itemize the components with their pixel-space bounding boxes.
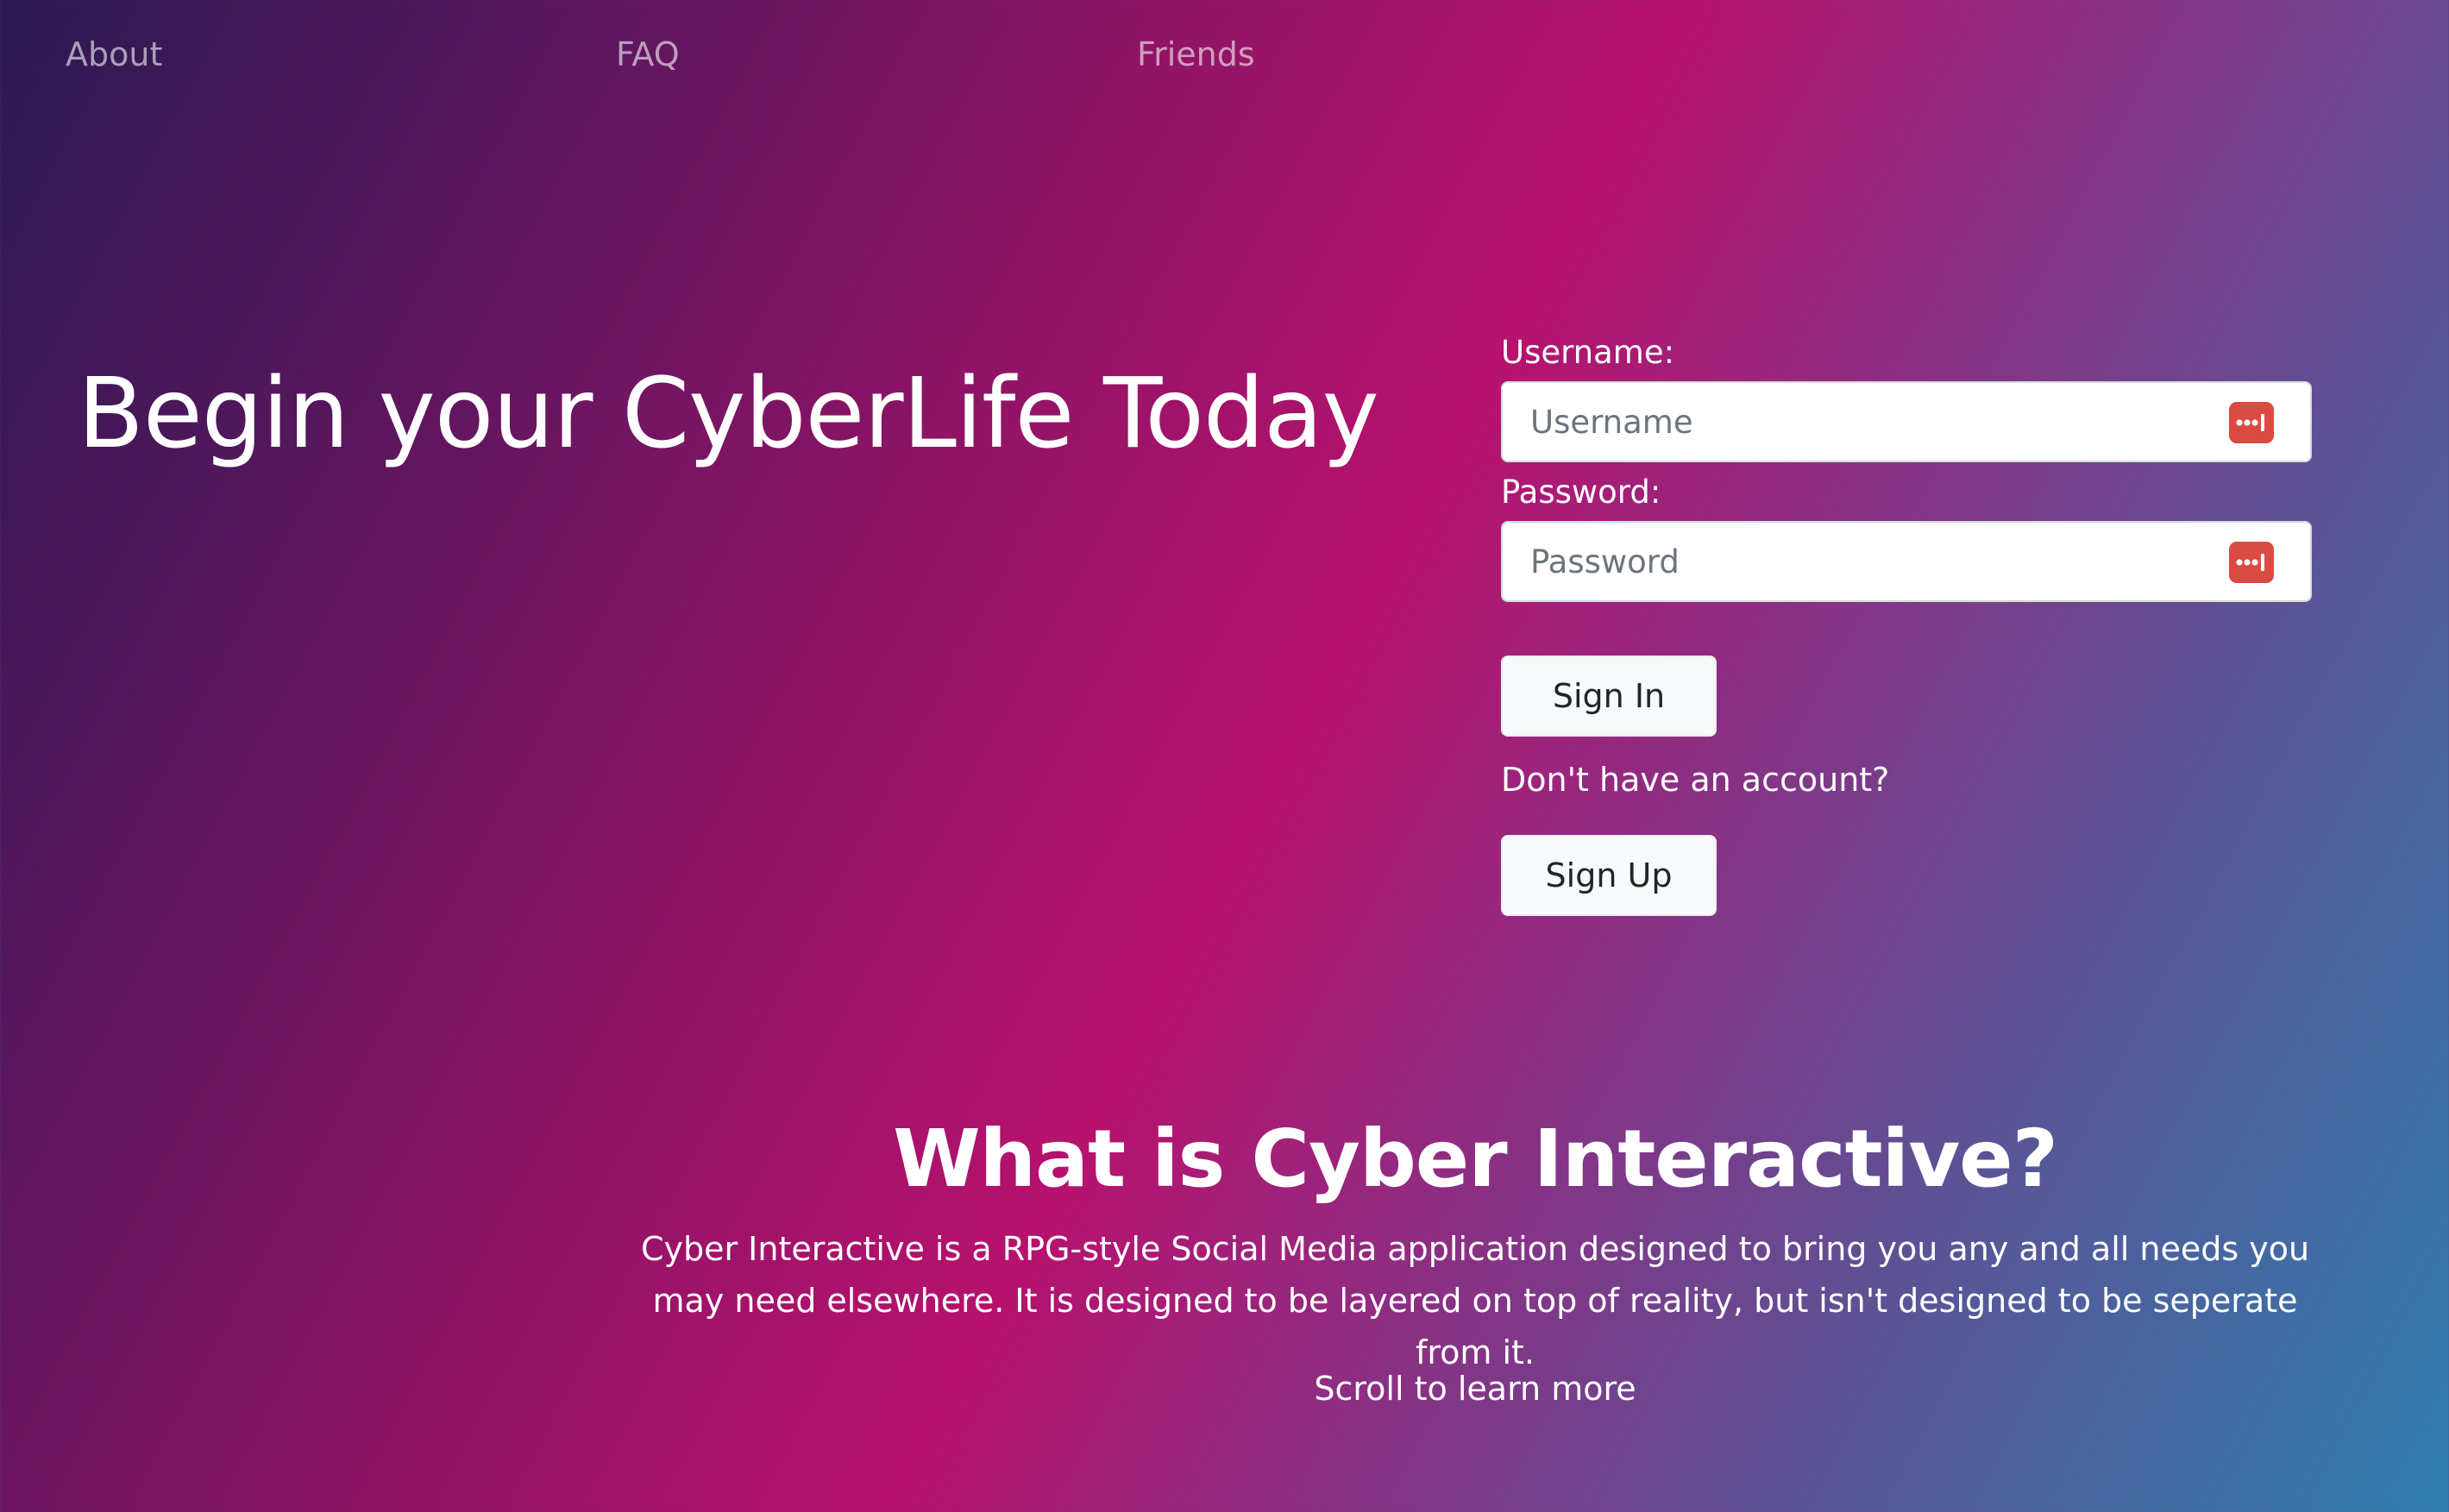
hero-title: Begin your CyberLife Today	[78, 358, 1379, 470]
top-nav: About FAQ Friends	[0, 29, 1380, 81]
username-input[interactable]	[1503, 383, 2210, 461]
username-field-wrapper	[1501, 381, 2312, 462]
nav-link-about[interactable]: About	[66, 29, 162, 79]
scroll-hint: Scroll to learn more	[1314, 1370, 1636, 1408]
info-description: Cyber Interactive is a RPG-style Social …	[640, 1230, 2310, 1371]
password-manager-icon[interactable]	[2229, 402, 2274, 443]
info-title: What is Cyber Interactive?	[893, 1113, 2058, 1205]
nav-link-faq[interactable]: FAQ	[616, 29, 680, 79]
password-manager-icon[interactable]	[2229, 542, 2274, 583]
password-input[interactable]	[1503, 523, 2210, 600]
sign-in-button[interactable]: Sign In	[1501, 656, 1717, 737]
no-account-text: Don't have an account?	[1501, 761, 1890, 799]
nav-link-friends[interactable]: Friends	[1137, 29, 1255, 79]
password-label: Password:	[1501, 474, 1661, 511]
password-field-wrapper	[1501, 521, 2312, 602]
sign-up-button[interactable]: Sign Up	[1501, 835, 1717, 916]
login-form: Username: Password: Sign In Don't have a…	[1501, 329, 2312, 916]
username-label: Username:	[1501, 334, 1675, 371]
